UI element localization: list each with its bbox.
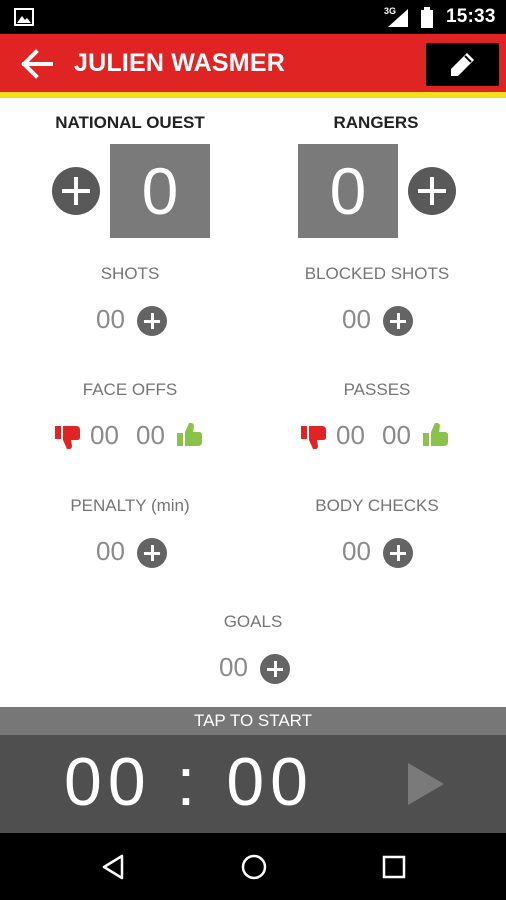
page-title: JULIEN WASMER [74, 49, 285, 77]
blocked-shots-label: BLOCKED SHOTS [304, 264, 450, 283]
penalty-value: 00 [96, 536, 125, 566]
timer-panel: 00 : 00 [0, 735, 506, 833]
app-bar: JULIEN WASMER [0, 34, 506, 92]
thumbs-down-icon[interactable] [300, 424, 328, 450]
penalty-label: PENALTY (min) [70, 496, 190, 515]
home-score-add-button[interactable] [52, 167, 100, 215]
shots-add-button[interactable] [137, 306, 167, 336]
body-checks-value: 00 [342, 536, 371, 566]
arrow-left-icon[interactable] [20, 49, 54, 79]
nav-home-icon[interactable] [240, 853, 268, 881]
thumbs-up-icon[interactable] [422, 422, 450, 448]
gallery-icon [14, 8, 34, 26]
thumbs-down-icon[interactable] [54, 424, 82, 450]
blocked-shots-add-button[interactable] [383, 306, 413, 336]
tap-to-start-button[interactable]: TAP TO START [0, 707, 506, 735]
goals-label: GOALS [223, 612, 283, 631]
timer-display: 00 : 00 [64, 744, 314, 820]
home-team-name: NATIONAL OUEST [55, 113, 205, 132]
away-team-name: RANGERS [333, 113, 419, 132]
pencil-icon [451, 53, 474, 76]
face-offs-label: FACE OFFS [82, 380, 178, 399]
passes-won-value: 00 [382, 420, 411, 450]
face-offs-won-value: 00 [136, 420, 165, 450]
shots-label: SHOTS [100, 264, 160, 283]
body-checks-add-button[interactable] [383, 538, 413, 568]
passes-label: PASSES [343, 380, 411, 399]
battery-icon [421, 7, 433, 28]
goals-value: 00 [219, 652, 248, 682]
shots-value: 00 [96, 304, 125, 334]
thumbs-up-icon[interactable] [176, 422, 204, 448]
away-score: 0 [298, 144, 398, 238]
system-nav-bar [0, 833, 506, 900]
body-checks-label: BODY CHECKS [315, 496, 439, 515]
nav-back-icon[interactable] [100, 853, 128, 881]
blocked-shots-value: 00 [342, 304, 371, 334]
edit-button[interactable] [426, 43, 499, 86]
home-score: 0 [110, 144, 210, 238]
accent-stripe [0, 92, 506, 98]
penalty-add-button[interactable] [137, 538, 167, 568]
away-score-add-button[interactable] [408, 167, 456, 215]
status-time: 15:33 [446, 6, 496, 27]
play-icon[interactable] [406, 761, 446, 807]
status-bar: 3G 15:33 [0, 0, 506, 34]
nav-recents-icon[interactable] [380, 853, 408, 881]
goals-add-button[interactable] [260, 654, 290, 684]
signal-icon [388, 9, 408, 27]
passes-lost-value: 00 [336, 420, 365, 450]
face-offs-lost-value: 00 [90, 420, 119, 450]
